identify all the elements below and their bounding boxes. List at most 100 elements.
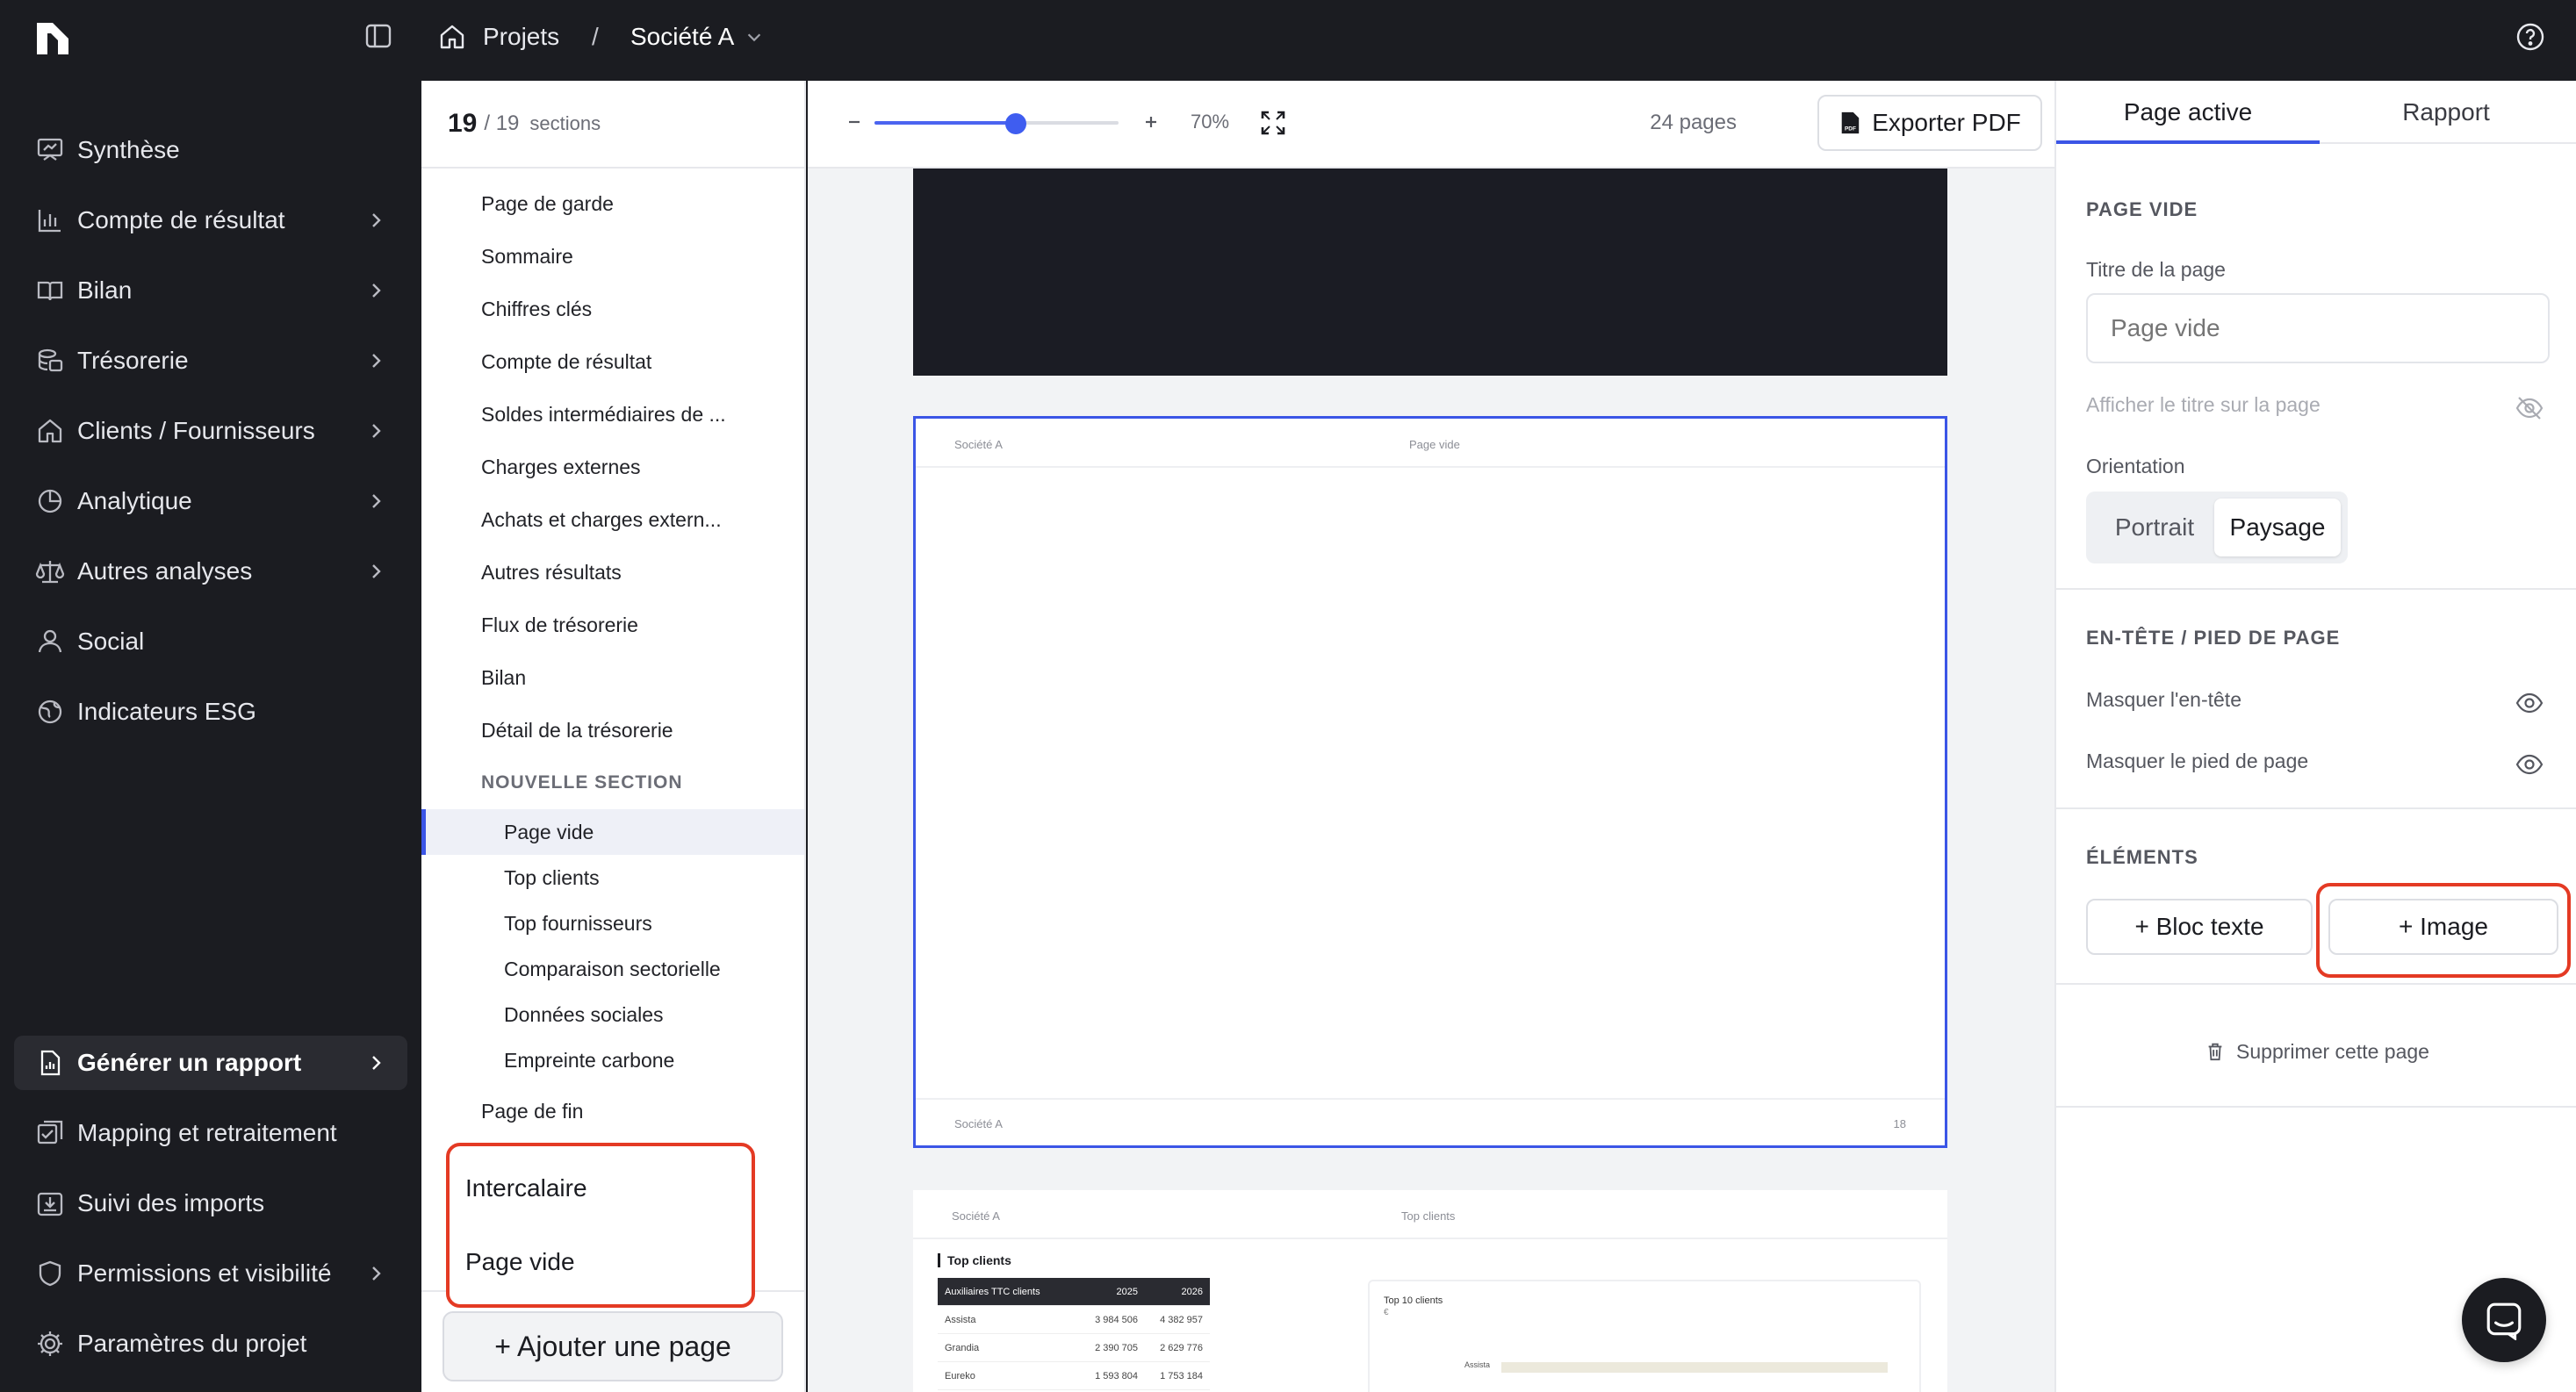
nav-label: Clients / Fournisseurs	[77, 417, 315, 444]
show-title-label: Afficher le titre sur la page	[2086, 393, 2321, 416]
page-section-title: Top clients	[938, 1253, 1011, 1267]
chat-support-button[interactable]	[2462, 1278, 2546, 1362]
page-preview-previous[interactable]	[913, 169, 1947, 376]
nav-item-clients-fournisseurs[interactable]: Clients / Fournisseurs	[14, 404, 407, 458]
user-icon	[38, 629, 62, 653]
menu-item-intercalaire[interactable]: Intercalaire	[465, 1164, 587, 1213]
zoom-slider-thumb[interactable]	[1005, 113, 1027, 134]
page-footer-number: 18	[1893, 1117, 1906, 1130]
menu-item-page-vide[interactable]: Page vide	[465, 1238, 575, 1287]
sections-count: 19	[448, 109, 478, 138]
nav-item-suivi-des-imports[interactable]: Suivi des imports	[14, 1176, 407, 1231]
add-page-menu: Intercalaire Page vide	[446, 1143, 755, 1308]
tab-rapport[interactable]: Rapport	[2314, 81, 2576, 144]
nav-item-permissions[interactable]: Permissions et visibilité	[14, 1246, 407, 1301]
orientation-paysage[interactable]: Paysage	[2214, 499, 2341, 556]
trash-icon	[2205, 1041, 2226, 1062]
divider	[2056, 983, 2576, 985]
nav-item-parametres[interactable]: Paramètres du projet	[14, 1317, 407, 1371]
section-item[interactable]: Sommaire	[421, 233, 804, 279]
section-item[interactable]: Page de fin	[421, 1088, 804, 1134]
report-canvas[interactable]: Société A Page vide Société A 18 Société…	[808, 169, 2054, 1392]
section-group-heading[interactable]: NOUVELLE SECTION	[421, 760, 804, 806]
table-cell: 1 593 804	[1095, 1370, 1138, 1381]
eye-icon[interactable]	[2515, 750, 2544, 779]
section-item[interactable]: Compte de résultat	[421, 339, 804, 384]
section-item[interactable]: Autres résultats	[421, 549, 804, 595]
chevron-right-icon	[372, 564, 381, 578]
table-header-cell: 2026	[1181, 1286, 1203, 1297]
sections-word: sections	[529, 112, 601, 134]
zoom-out-icon[interactable]	[843, 111, 866, 133]
eye-off-icon[interactable]	[2515, 393, 2544, 423]
table-row: Grandia 2 390 705 2 629 776	[938, 1334, 1210, 1362]
nav-item-indicateurs-esg[interactable]: Indicateurs ESG	[14, 685, 407, 739]
nav-label: Bilan	[77, 276, 133, 304]
nav-label: Permissions et visibilité	[77, 1259, 332, 1287]
add-text-block-button[interactable]: + Bloc texte	[2086, 899, 2313, 955]
section-item[interactable]: Page de garde	[421, 181, 804, 226]
divider	[2056, 1106, 2576, 1108]
nav-item-analytique[interactable]: Analytique	[14, 474, 407, 528]
divider	[2056, 807, 2576, 809]
section-item[interactable]: Top fournisseurs	[421, 900, 804, 946]
chevron-right-icon	[372, 424, 381, 438]
eye-icon[interactable]	[2515, 688, 2544, 718]
nav-item-tresorerie[interactable]: Trésorerie	[14, 334, 407, 388]
nav-item-mapping[interactable]: Mapping et retraitement	[14, 1106, 407, 1160]
section-heading-header-footer: EN-TÊTE / PIED DE PAGE	[2086, 627, 2341, 649]
section-item[interactable]: Soldes intermédiaires de ...	[421, 391, 804, 437]
table-cell: 1 753 184	[1160, 1370, 1203, 1381]
add-page-button[interactable]: + Ajouter une page	[443, 1311, 783, 1381]
tab-page-active[interactable]: Page active	[2056, 81, 2320, 144]
page-title-label: Titre de la page	[2086, 258, 2226, 281]
page-title-input[interactable]	[2086, 293, 2550, 363]
section-item[interactable]: Bilan	[421, 655, 804, 700]
zoom-slider-track[interactable]	[874, 121, 1119, 125]
export-pdf-button[interactable]: PDF Exporter PDF	[1817, 95, 2042, 151]
section-item[interactable]: Chiffres clés	[421, 286, 804, 332]
breadcrumb-projects[interactable]: Projets	[437, 19, 559, 54]
nav-item-social[interactable]: Social	[14, 614, 407, 669]
section-item[interactable]: Empreinte carbone	[421, 1037, 804, 1083]
nav-item-autres-analyses[interactable]: Autres analyses	[14, 544, 407, 599]
canvas-toolbar: 70% 24 pages PDF Exporter PDF	[808, 81, 2054, 169]
page-count: 24 pages	[1650, 111, 1737, 134]
section-item[interactable]: Achats et charges extern...	[421, 497, 804, 542]
breadcrumb-separator: /	[592, 23, 599, 50]
chart-category-label: Assista	[1464, 1360, 1491, 1369]
section-item[interactable]: Comparaison sectorielle	[421, 946, 804, 992]
nav-item-bilan[interactable]: Bilan	[14, 263, 407, 318]
divider	[2056, 588, 2576, 590]
section-heading-elements: ÉLÉMENTS	[2086, 846, 2198, 868]
sections-total: / 19	[484, 111, 520, 135]
chevron-right-icon	[372, 283, 381, 298]
app-logo-icon[interactable]	[33, 19, 72, 58]
coins-icon	[38, 348, 63, 372]
section-item-active[interactable]: Page vide	[421, 809, 804, 855]
chart-title: Top 10 clients	[1384, 1295, 1443, 1306]
help-icon[interactable]	[2515, 21, 2546, 53]
nav-item-generer-un-rapport[interactable]: Générer un rapport	[14, 1036, 407, 1090]
scale-icon	[35, 561, 65, 584]
nav-item-synthese[interactable]: Synthèse	[14, 123, 407, 177]
section-item[interactable]: Données sociales	[421, 992, 804, 1037]
orientation-label: Orientation	[2086, 455, 2185, 477]
fullscreen-icon[interactable]	[1259, 109, 1287, 137]
zoom-in-icon[interactable]	[1140, 111, 1162, 133]
section-item[interactable]: Top clients	[421, 855, 804, 900]
delete-page-button[interactable]: Supprimer cette page	[2056, 1034, 2576, 1069]
section-item[interactable]: Flux de trésorerie	[421, 602, 804, 648]
sidebar-toggle-icon[interactable]	[363, 21, 393, 51]
chevron-right-icon	[372, 1266, 381, 1281]
page-preview-selected[interactable]: Société A Page vide Société A 18	[913, 416, 1947, 1148]
section-item[interactable]: Détail de la trésorerie	[421, 707, 804, 753]
section-item[interactable]: Charges externes	[421, 444, 804, 490]
page-preview-next[interactable]: Société A Top clients Top clients Auxili…	[913, 1190, 1947, 1392]
nav-item-compte-de-resultat[interactable]: Compte de résultat	[14, 193, 407, 248]
breadcrumb-company-selector[interactable]: Société A	[630, 19, 764, 54]
orientation-portrait[interactable]: Portrait	[2093, 499, 2216, 556]
section-heading-page: PAGE VIDE	[2086, 198, 2198, 220]
table-cell: 2 629 776	[1160, 1342, 1203, 1353]
presentation-icon	[37, 138, 63, 161]
